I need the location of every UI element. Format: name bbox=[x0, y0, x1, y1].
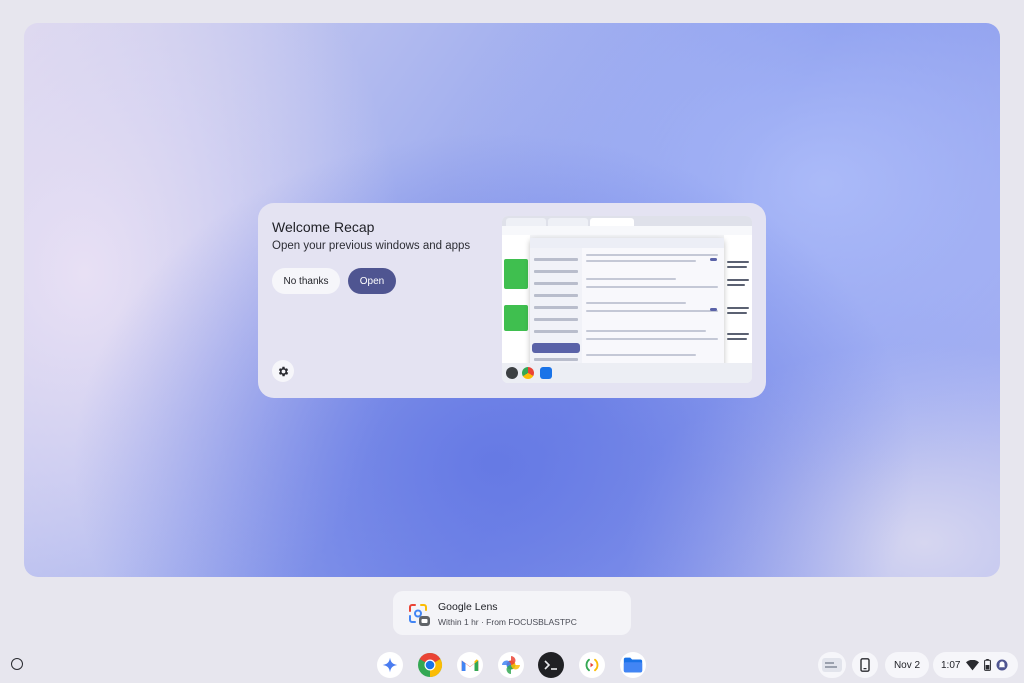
recap-subtitle: Open your previous windows and apps bbox=[272, 240, 471, 252]
battery-icon bbox=[984, 659, 992, 671]
date-button[interactable]: Nov 2 bbox=[885, 652, 929, 678]
launcher-button[interactable] bbox=[8, 655, 26, 673]
launcher-icon bbox=[11, 658, 23, 670]
wifi-icon bbox=[966, 659, 980, 670]
holding-space-button[interactable] bbox=[818, 652, 846, 678]
photos-icon bbox=[502, 656, 520, 674]
shelf-app-phone-hub[interactable] bbox=[579, 652, 605, 678]
notification-subtitle: Within 1 hr · From FOCUSBLASTPC bbox=[438, 617, 577, 627]
shelf-app-terminal[interactable] bbox=[538, 652, 564, 678]
shelf-app-gemini[interactable] bbox=[377, 652, 403, 678]
preview-tab-strip bbox=[502, 216, 752, 226]
recap-title: Welcome Recap bbox=[272, 219, 375, 235]
gmail-icon bbox=[461, 659, 479, 671]
recap-settings-button[interactable] bbox=[272, 360, 294, 382]
shelf-app-photos[interactable] bbox=[498, 652, 524, 678]
preview-shelf bbox=[502, 363, 752, 383]
preview-web-page-right bbox=[724, 235, 752, 363]
clock-time: 1:07 bbox=[941, 659, 961, 671]
no-thanks-button[interactable]: No thanks bbox=[272, 268, 340, 294]
gear-icon bbox=[278, 366, 288, 376]
phone-icon bbox=[860, 658, 870, 672]
phone-hub-tray-button[interactable] bbox=[852, 652, 878, 678]
preview-address-bar bbox=[502, 226, 752, 235]
notification-title: Google Lens bbox=[438, 601, 498, 613]
holding-space-thumbnail-icon bbox=[822, 658, 842, 672]
chrome-icon bbox=[418, 652, 443, 677]
files-icon bbox=[623, 657, 643, 673]
session-preview-thumbnail[interactable] bbox=[502, 216, 752, 383]
preview-web-page-left bbox=[502, 235, 530, 363]
welcome-recap-card: Welcome Recap Open your previous windows… bbox=[258, 203, 766, 398]
do-not-disturb-icon bbox=[996, 659, 1008, 671]
system-tray-status[interactable]: 1:07 bbox=[933, 652, 1018, 678]
google-lens-icon bbox=[405, 601, 430, 626]
google-lens-notification[interactable]: Google Lens Within 1 hr · From FOCUSBLAS… bbox=[393, 591, 631, 635]
gemini-icon bbox=[382, 657, 398, 673]
phone-hub-icon bbox=[585, 658, 599, 672]
shelf-app-files[interactable] bbox=[620, 652, 646, 678]
shelf-app-chrome[interactable] bbox=[417, 652, 443, 678]
terminal-icon bbox=[544, 660, 557, 670]
shelf-app-gmail[interactable] bbox=[457, 652, 483, 678]
preview-settings-window bbox=[530, 238, 724, 368]
open-button[interactable]: Open bbox=[348, 268, 396, 294]
